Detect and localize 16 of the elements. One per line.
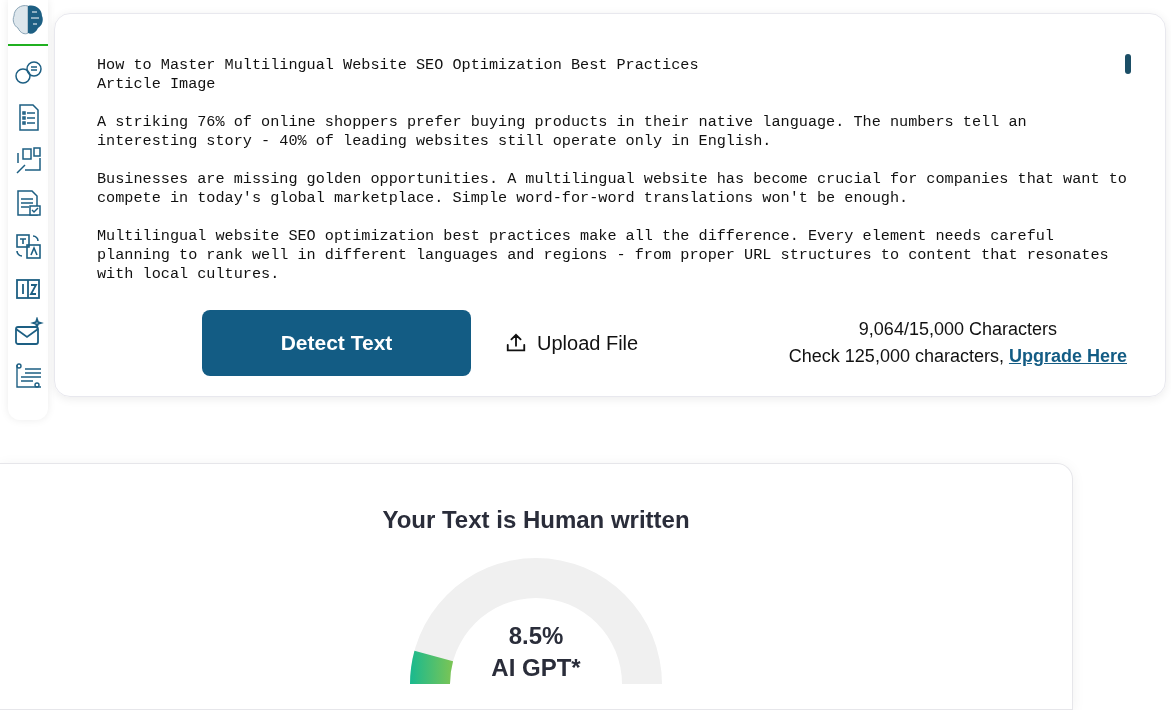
editor-text: Article Image bbox=[97, 75, 217, 94]
upload-icon bbox=[505, 332, 527, 354]
scrollbar-thumb[interactable] bbox=[1125, 54, 1131, 74]
upgrade-link[interactable]: Upgrade Here bbox=[1008, 346, 1127, 367]
gauge-label: AI GPT* bbox=[491, 653, 581, 683]
detect-text-button[interactable]: Detect Text bbox=[202, 310, 471, 376]
gauge-value: 8.5% bbox=[508, 621, 564, 651]
result-heading: Your Text is Human written bbox=[382, 506, 690, 534]
editor-text: Multilingual website SEO optimization best practices make all the difference. Every element needs careful planning to rank well in different languages and regions - from proper URL structures to content that resonates with local cultures. bbox=[97, 227, 1110, 284]
editor-text: Businesses are missing golden opportunities. A multilingual website has become crucial for companies that want to compete in today's global marketplace. Simple word-for-word translations won't be enough. bbox=[97, 170, 1127, 208]
upgrade-text: Check 125,000 characters, bbox=[788, 346, 1004, 367]
character-count: 9,064/15,000 Characters bbox=[858, 319, 1057, 340]
envelope-sparkle-icon[interactable] bbox=[12, 317, 44, 347]
editor-text: A striking 76% of online shoppers prefer buying products in their native language. The numbers tell an interesting story - 40% of leading websites still operate only in English. bbox=[97, 113, 1028, 151]
upload-file-button[interactable]: Upload File bbox=[505, 331, 639, 355]
editor-text: How to Master Multilingual Website SEO Optimization Best Practices bbox=[97, 56, 700, 75]
